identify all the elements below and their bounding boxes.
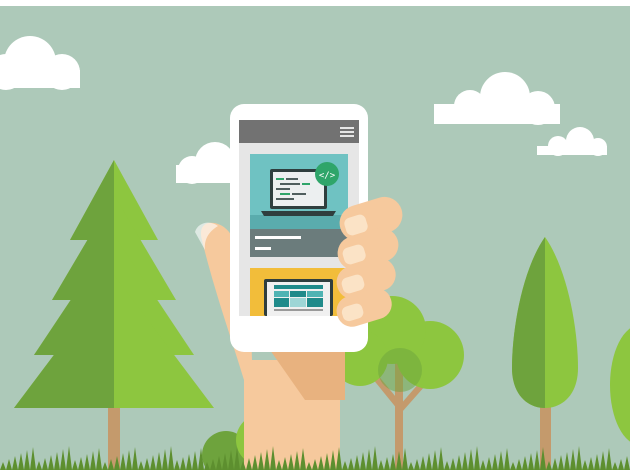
code-badge: </> (315, 162, 339, 186)
content-card-bottom (250, 268, 348, 316)
illustration-svg: </> (0, 0, 630, 470)
code-badge-text: </> (319, 171, 336, 181)
hamburger-menu-icon (340, 127, 354, 137)
illustration-scene: </> (0, 0, 630, 470)
top-white-strip (0, 0, 630, 6)
